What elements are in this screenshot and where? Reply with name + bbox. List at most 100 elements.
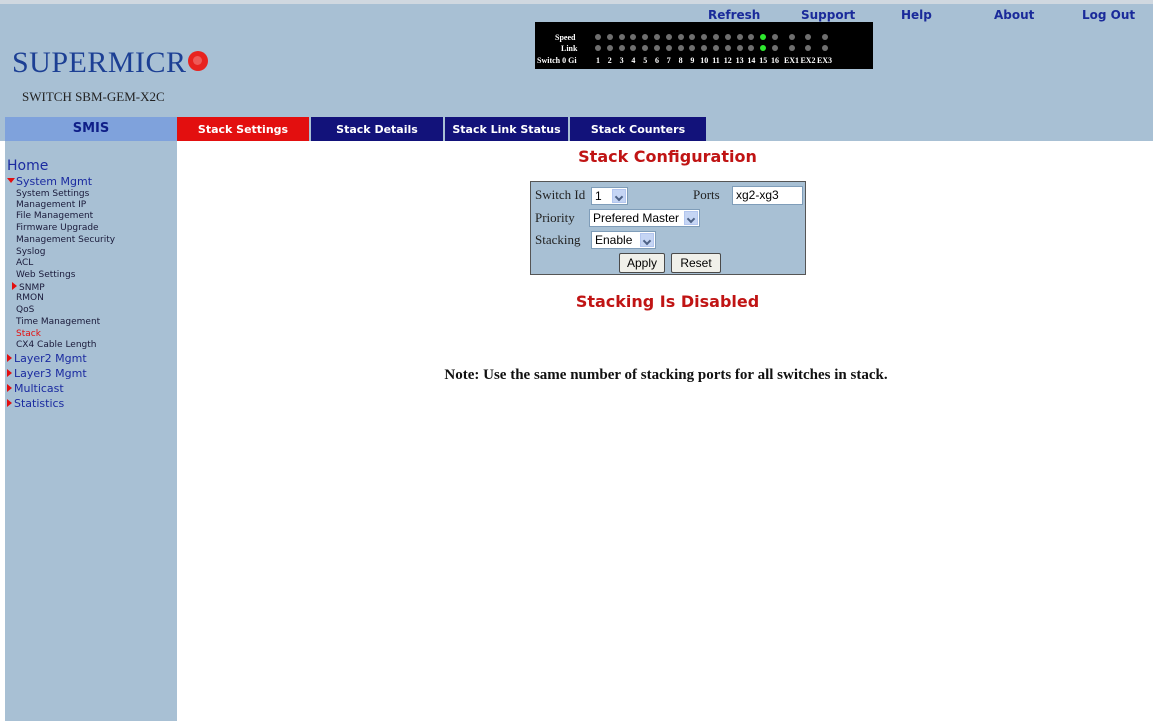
tab-stack-counters[interactable]: Stack Counters: [570, 117, 706, 141]
link-led-4: [630, 45, 637, 51]
sidebar-item-layer2-mgmt[interactable]: Layer2 Mgmt: [7, 352, 87, 365]
link-led-ex2: [805, 45, 811, 51]
tab-stack-details[interactable]: Stack Details: [311, 117, 443, 141]
port-number-3: 3: [619, 56, 624, 65]
switch-id-select[interactable]: 1: [591, 187, 628, 205]
switch-model-label: SWITCH SBM-GEM-X2C: [22, 89, 165, 104]
chevron-down-icon: [612, 189, 626, 203]
link-led-14: [748, 45, 755, 51]
link-led-5: [642, 45, 649, 51]
port-number-13: 13: [735, 56, 744, 65]
port-number-14: 14: [747, 56, 756, 65]
sidebar-subitem-file-management[interactable]: File Management: [16, 211, 93, 222]
link-led-13: [736, 45, 743, 51]
sidebar-item-label: Statistics: [14, 397, 65, 410]
apply-button[interactable]: Apply: [619, 253, 665, 273]
speed-led-14: [748, 34, 755, 40]
sidebar-home[interactable]: Home: [7, 158, 48, 174]
stacking-note: Note: Use the same number of stacking po…: [444, 367, 888, 383]
port-number-10: 10: [700, 56, 709, 65]
link-led-7: [665, 45, 672, 51]
speed-led-8: [677, 34, 684, 40]
sidebar-item-label: System Mgmt: [16, 175, 93, 188]
port-number-15: 15: [759, 56, 768, 65]
tab-stack-link-status[interactable]: Stack Link Status: [445, 117, 568, 141]
smis-header[interactable]: SMIS: [5, 117, 177, 141]
sidebar-subitem-qos[interactable]: QoS: [16, 305, 34, 316]
logout-link[interactable]: Log Out: [1082, 8, 1135, 22]
tab-stack-settings[interactable]: Stack Settings: [177, 117, 309, 141]
sidebar-subitem-management-security[interactable]: Management Security: [16, 235, 115, 246]
sidebar-subitem-cx4-cable-length[interactable]: CX4 Cable Length: [16, 340, 97, 351]
header-bar: SUPERMICR SWITCH SBM-GEM-X2C Refresh Sup…: [0, 0, 1153, 117]
speed-led-3: [618, 34, 625, 40]
port-number-ex3: EX3: [816, 56, 833, 65]
link-led-3: [618, 45, 625, 51]
sidebar-subitem-system-settings[interactable]: System Settings: [16, 189, 89, 200]
speed-led-ex1: [788, 34, 795, 40]
stacking-select[interactable]: Enable: [591, 231, 656, 249]
port-number-1: 1: [596, 56, 600, 65]
speed-led-1: [595, 34, 601, 40]
sidebar-subitem-acl[interactable]: ACL: [16, 258, 33, 269]
priority-select[interactable]: Prefered Master: [589, 209, 700, 227]
speed-led-13: [736, 34, 743, 40]
help-link[interactable]: Help: [901, 8, 932, 22]
sidebar-subitem-time-management[interactable]: Time Management: [16, 317, 100, 328]
sidebar-item-label: Multicast: [14, 382, 64, 395]
chevron-down-icon: [640, 233, 654, 247]
link-row-label: Link: [561, 44, 578, 53]
speed-led-6: [654, 34, 660, 40]
port-number-5: 5: [643, 56, 648, 65]
ports-label: Ports: [693, 187, 720, 202]
speed-led-4: [630, 34, 637, 40]
stacking-value: Enable: [595, 233, 633, 247]
port-number-4: 4: [631, 56, 636, 65]
link-led-16: [772, 45, 778, 51]
priority-label: Priority: [535, 210, 575, 225]
port-number-9: 9: [690, 56, 695, 65]
sidebar-item-statistics[interactable]: Statistics: [7, 397, 64, 410]
link-led-9: [689, 45, 696, 51]
switch-id-label: Switch Id: [535, 187, 586, 202]
sidebar-subitem-management-ip[interactable]: Management IP: [16, 200, 86, 211]
collapsed-arrow-icon: [7, 384, 12, 392]
sidebar-item-layer3-mgmt[interactable]: Layer3 Mgmt: [7, 367, 87, 380]
sidebar-item-system-mgmt[interactable]: System Mgmt: [7, 175, 92, 188]
link-led-2: [606, 45, 613, 51]
link-led-ex1: [788, 45, 795, 51]
sidebar-subitem-web-settings[interactable]: Web Settings: [16, 270, 75, 281]
sidebar-subitem-firmware-upgrade[interactable]: Firmware Upgrade: [16, 223, 99, 234]
speed-led-12: [724, 34, 731, 40]
sidebar-subitem-syslog[interactable]: Syslog: [16, 247, 45, 258]
collapsed-arrow-icon: [7, 354, 12, 362]
sidebar-subitem-rmon[interactable]: RMON: [16, 293, 44, 304]
port-number-2: 2: [607, 56, 612, 65]
about-link[interactable]: About: [994, 8, 1034, 22]
tab-bar: SMIS Stack Settings Stack Details Stack …: [0, 117, 1153, 141]
refresh-link[interactable]: Refresh: [708, 8, 760, 22]
port-number-11: 11: [712, 56, 720, 65]
link-led-6: [654, 45, 660, 51]
speed-led-10: [701, 34, 708, 40]
port-number-8: 8: [678, 56, 683, 65]
sidebar-item-label: Layer2 Mgmt: [14, 352, 87, 365]
port-number-7: 7: [666, 56, 671, 65]
sidebar-item-label: Layer3 Mgmt: [14, 367, 87, 380]
port-number-ex2: EX2: [800, 56, 816, 65]
port-number-12: 12: [723, 56, 732, 65]
sidebar-subitem-stack[interactable]: Stack: [16, 329, 41, 340]
sidebar-item-multicast[interactable]: Multicast: [7, 382, 64, 395]
chevron-down-icon: [684, 211, 698, 225]
collapsed-arrow-icon: [7, 399, 12, 407]
reset-button[interactable]: Reset: [671, 253, 721, 273]
link-led-1: [595, 45, 601, 51]
ports-input[interactable]: xg2-xg3: [732, 186, 803, 205]
priority-value: Prefered Master: [593, 211, 680, 225]
collapsed-arrow-icon: [7, 369, 12, 377]
support-link[interactable]: Support: [801, 8, 855, 22]
link-led-ex3: [821, 45, 828, 51]
logo-dot-icon: [187, 51, 208, 71]
supermicro-logo: SUPERMICR: [12, 46, 208, 80]
link-led-15: [760, 45, 767, 51]
